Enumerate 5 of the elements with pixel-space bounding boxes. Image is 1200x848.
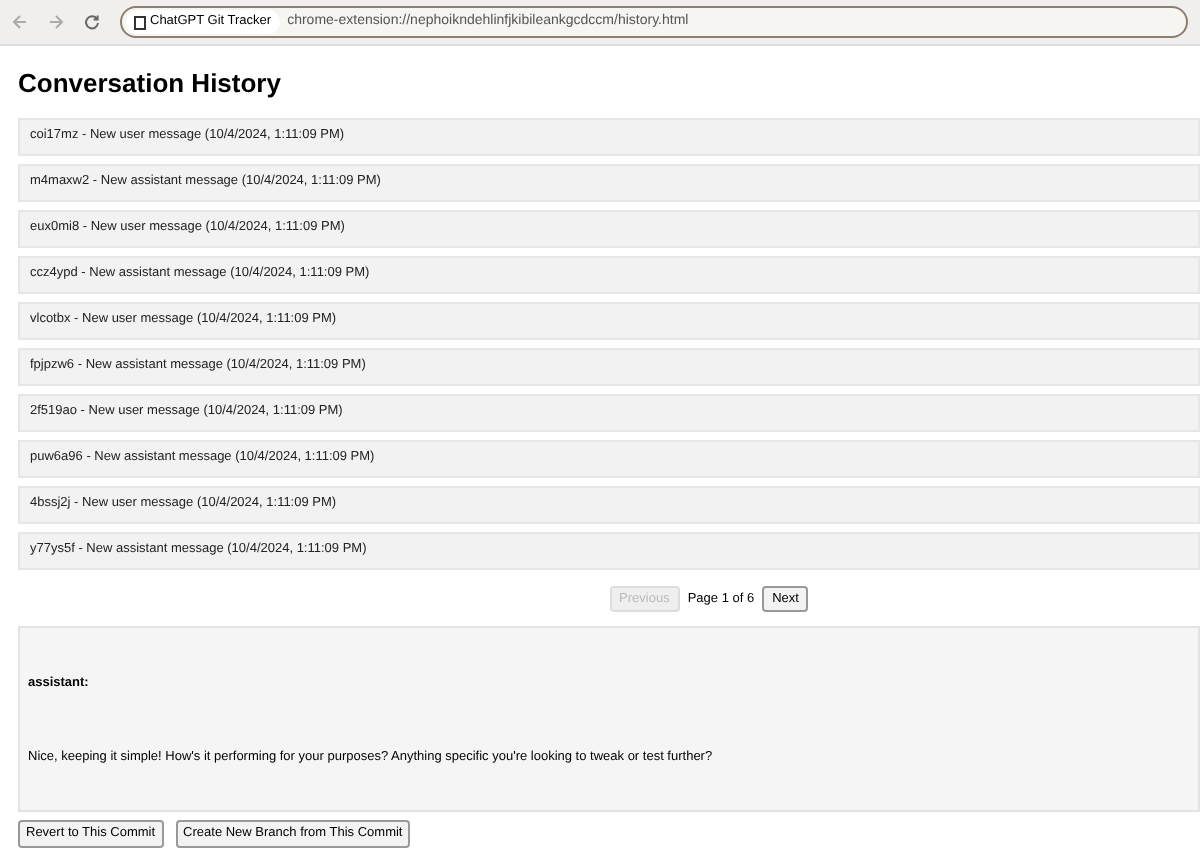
back-icon[interactable] [12, 14, 28, 30]
forward-icon[interactable] [48, 14, 64, 30]
reload-icon[interactable] [84, 14, 100, 30]
page-icon [134, 15, 146, 29]
page-title: Conversation History [18, 66, 283, 102]
